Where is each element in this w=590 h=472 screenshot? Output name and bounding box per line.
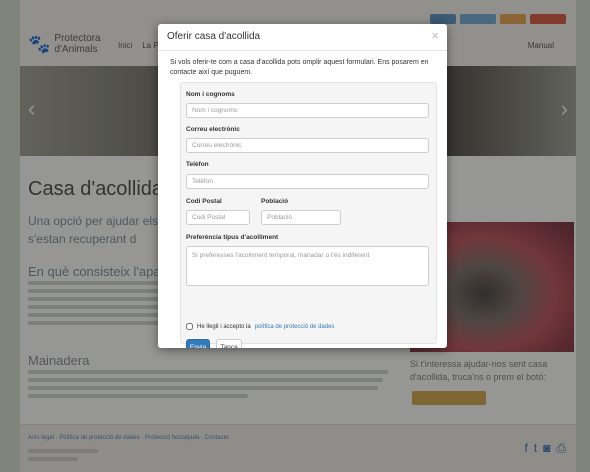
preference-textarea[interactable]	[186, 246, 429, 286]
modal-title: Oferir casa d'acollida	[167, 31, 261, 42]
postal-code-input[interactable]	[186, 210, 250, 225]
postal-code-label: Codi Postal	[186, 198, 222, 205]
consent-row: He llegit i accepto la política de prote…	[186, 323, 334, 330]
city-input[interactable]	[261, 210, 341, 225]
foster-home-modal: Oferir casa d'acollida × Si vols oferir-…	[158, 24, 447, 348]
name-label: Nom i cognoms	[186, 91, 235, 98]
consent-label: He llegit i accepto la	[197, 323, 251, 330]
privacy-policy-link[interactable]: política de protecció de dades	[255, 324, 335, 330]
preference-label: Preferència tipus d'acolliment	[186, 234, 279, 241]
consent-checkbox[interactable]	[186, 323, 193, 330]
phone-label: Telèfon	[186, 161, 209, 168]
modal-header: Oferir casa d'acollida ×	[158, 24, 447, 51]
close-icon[interactable]: ×	[431, 29, 439, 42]
phone-input[interactable]	[186, 174, 429, 189]
city-label: Població	[261, 198, 289, 205]
modal-intro-text: Si vols oferir-te com a casa d'acollida …	[170, 59, 429, 76]
foster-form: Nom i cognoms Correu electrònic Telèfon …	[180, 82, 437, 348]
email-input[interactable]	[186, 138, 429, 153]
submit-button[interactable]: Envia	[186, 339, 210, 348]
close-button[interactable]: Tanca	[216, 339, 242, 348]
name-input[interactable]	[186, 103, 429, 118]
email-label: Correu electrònic	[186, 126, 240, 133]
